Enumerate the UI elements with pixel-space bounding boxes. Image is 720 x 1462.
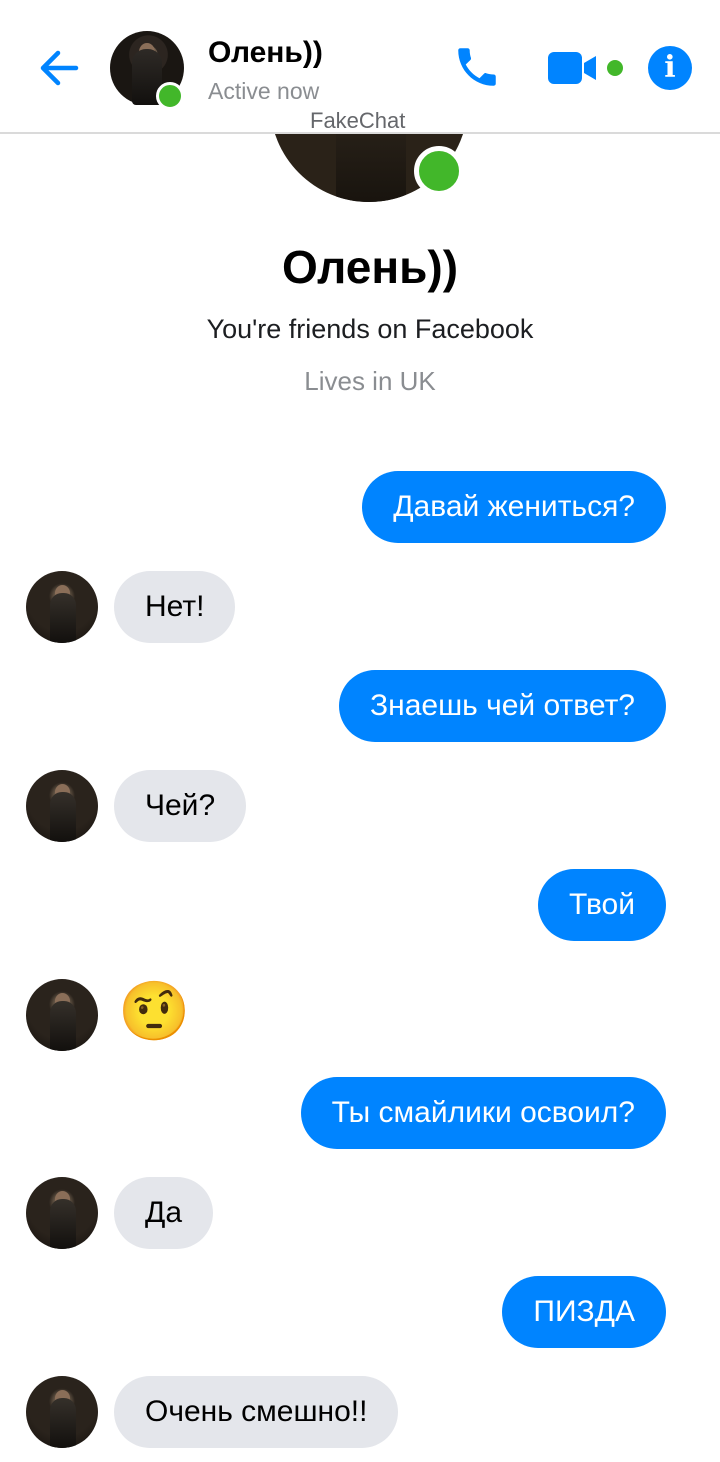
message-outgoing[interactable]: Ты смайлики освоил? [300,1077,666,1149]
message-outgoing[interactable]: Твой [537,869,666,941]
contact-name[interactable]: Олень)) [208,36,323,70]
message-incoming[interactable]: Чей? [114,770,247,842]
message-outgoing[interactable]: Давай жениться? [362,471,666,543]
profile-online-indicator [414,146,464,196]
phone-icon[interactable] [452,42,502,92]
message-outgoing[interactable]: Знаешь чей ответ? [339,670,666,742]
sender-avatar [26,1177,98,1249]
watermark-label: FakeChat [310,108,406,133]
video-active-dot [607,60,623,76]
online-indicator [156,82,184,110]
sender-avatar [26,770,98,842]
message-incoming[interactable]: Очень смешно!! [114,1376,399,1448]
message-incoming[interactable]: Нет! [114,571,236,643]
message-incoming[interactable]: Да [114,1177,214,1249]
info-icon[interactable]: i [648,46,692,90]
location-note: Lives in UK [304,366,436,396]
sender-avatar [26,979,98,1051]
video-camera-icon[interactable] [546,50,602,86]
friends-note: You're friends on Facebook [206,314,534,344]
sender-avatar [26,571,98,643]
profile-name: Олень)) [281,241,459,293]
message-emoji[interactable]: 🤨 [118,980,190,1044]
message-outgoing[interactable]: ПИЗДА [502,1276,666,1348]
arrow-left-icon[interactable] [36,44,84,92]
sender-avatar [26,1376,98,1448]
active-status: Active now [208,78,320,104]
